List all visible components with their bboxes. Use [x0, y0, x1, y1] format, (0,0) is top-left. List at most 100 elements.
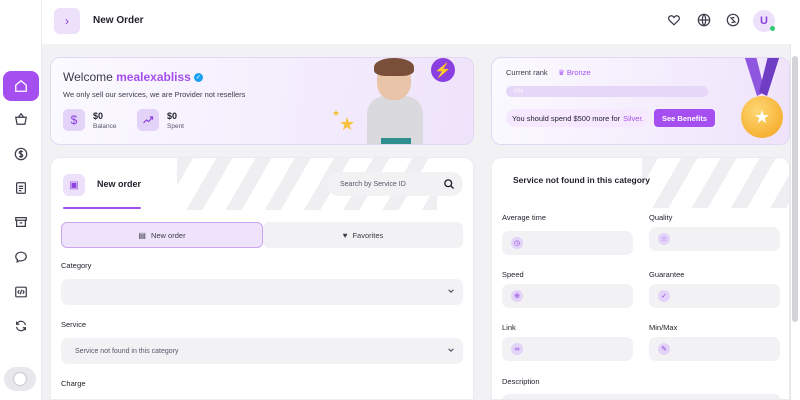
welcome-username: mealexabliss	[116, 70, 191, 84]
guarantee-field: ✓	[649, 284, 780, 308]
average-time-field: ◷	[502, 231, 633, 255]
min-max-field: ✎	[649, 337, 780, 361]
see-benefits-button[interactable]: See Benefits	[654, 109, 715, 127]
quality-field: ☆	[649, 227, 780, 251]
category-label: Category	[61, 261, 92, 270]
language-button[interactable]	[697, 13, 711, 27]
archive-icon	[15, 217, 27, 227]
sidebar-item-orders[interactable]	[3, 173, 39, 203]
tab-new-order[interactable]: ▤ New order	[61, 222, 263, 248]
tab-favorites[interactable]: ♥ Favorites	[263, 222, 463, 248]
pin-icon: ✎	[658, 343, 670, 355]
order-card-title: New order	[97, 179, 142, 189]
description-field	[502, 394, 781, 399]
orders-icon	[16, 182, 26, 194]
rank-progress-text: 0%	[514, 88, 524, 95]
balance-icon: $	[63, 109, 85, 131]
sidebar-item-funds[interactable]	[3, 139, 39, 169]
small-star-icon: ★	[332, 108, 341, 118]
basket-icon	[15, 112, 27, 125]
chevron-right-icon: ›	[65, 14, 69, 28]
crown-icon: ♛	[558, 68, 567, 77]
refresh-icon	[16, 320, 26, 332]
code-icon	[15, 286, 27, 298]
sidebar-item-archive[interactable]	[3, 207, 39, 237]
star-outline-icon: ☆	[658, 233, 670, 245]
sidebar-item-shop[interactable]	[3, 104, 39, 134]
medal-icon: ★	[741, 96, 783, 138]
rank-badge: ♛ Bronze	[558, 68, 591, 77]
average-time-label: Average time	[502, 213, 547, 222]
favorites-header-button[interactable]	[667, 13, 681, 27]
link-label: Link	[502, 323, 516, 332]
service-value: Service not found in this category	[75, 347, 179, 355]
rank-message: You should spend $500 more for Silver.	[506, 109, 649, 127]
welcome-heading: Welcome mealexabliss ✓	[63, 70, 203, 84]
calendar-icon: ▤	[138, 230, 146, 240]
toggle-knob-icon	[13, 372, 27, 386]
rank-label: Current rank	[506, 68, 548, 77]
tab-new-order-label: New order	[150, 230, 186, 240]
chevron-down-icon	[448, 289, 454, 293]
currency-icon	[726, 13, 740, 27]
min-max-label: Min/Max	[649, 323, 678, 332]
globe-icon	[697, 13, 711, 27]
description-label: Description	[502, 377, 540, 386]
welcome-card: Welcome mealexabliss ✓ We only sell our s…	[50, 57, 474, 145]
welcome-greeting: Welcome	[63, 70, 113, 84]
verified-badge-icon: ✓	[193, 73, 203, 83]
charge-label: Charge	[61, 379, 86, 388]
link-icon: ∞	[511, 343, 523, 355]
order-icon: ▣	[63, 174, 85, 196]
balance-value: $0	[93, 111, 104, 121]
sidebar	[0, 0, 42, 400]
guarantee-label: Guarantee	[649, 270, 685, 279]
sidebar-item-api[interactable]	[3, 277, 39, 307]
tab-favorites-label: Favorites	[352, 230, 384, 240]
search-icon[interactable]	[443, 178, 455, 190]
sidebar-item-refill[interactable]	[3, 311, 39, 341]
spent-value: $0	[167, 111, 178, 121]
sidebar-item-support[interactable]	[3, 242, 39, 272]
balance-label: Balance	[93, 123, 117, 130]
welcome-subtitle: We only sell our services, we are Provid…	[63, 90, 246, 99]
quality-label: Quality	[649, 213, 673, 222]
sidebar-item-home[interactable]	[3, 71, 39, 101]
rank-name: Bronze	[566, 68, 591, 77]
link-field: ∞	[502, 337, 633, 361]
check-icon: ✓	[658, 290, 670, 302]
chat-icon	[15, 251, 27, 263]
home-icon	[15, 79, 27, 92]
service-label: Service	[61, 320, 87, 329]
spent-label: Spent	[167, 123, 184, 130]
lightning-icon: ⚡	[431, 58, 455, 82]
decorative-stripes	[642, 158, 789, 208]
category-select[interactable]	[61, 279, 463, 305]
speed-field: ⊕	[502, 284, 633, 308]
rank-card: Current rank ♛ Bronze 0% You should spen…	[491, 57, 790, 145]
speed-label: Speed	[502, 270, 524, 279]
clock-icon: ◷	[511, 237, 523, 249]
service-card-title: Service not found in this category	[513, 175, 650, 185]
service-details-card: Service not found in this category Avera…	[491, 157, 790, 400]
trending-up-icon	[137, 109, 159, 131]
heart-filled-icon: ♥	[342, 230, 348, 240]
star-icon: ★	[339, 114, 356, 134]
chevron-down-icon	[448, 348, 454, 352]
sidebar-toggle-button[interactable]: ›	[54, 8, 80, 34]
rank-progress-bar	[506, 86, 708, 97]
page-title: New Order	[93, 15, 144, 26]
rank-message-text: You should spend $500 more for	[512, 113, 621, 123]
scrollbar-thumb[interactable]	[792, 56, 798, 322]
dollar-icon	[14, 147, 28, 161]
theme-toggle[interactable]	[4, 367, 36, 391]
next-rank-name: Silver.	[623, 113, 644, 123]
speed-icon: ⊕	[511, 290, 523, 302]
heart-icon	[668, 15, 680, 26]
top-header: › New Order U	[42, 0, 800, 44]
online-status-dot	[770, 26, 775, 31]
service-select[interactable]: Service not found in this category	[61, 338, 463, 364]
currency-button[interactable]	[726, 13, 740, 27]
order-title-underline	[63, 207, 141, 209]
new-order-card: ▣ New order Search by Service ID ▤ New o…	[50, 157, 474, 400]
